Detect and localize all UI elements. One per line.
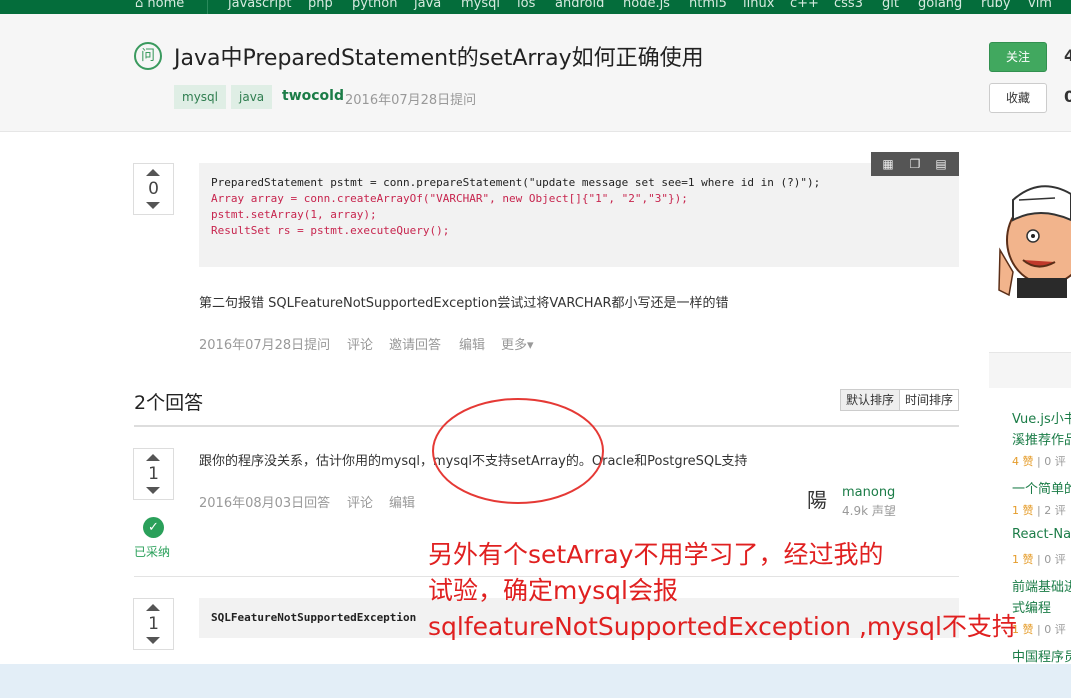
top-nav: ⌂ home javascript php python java mysql …: [0, 0, 1071, 14]
question-title[interactable]: Java中PreparedStatement的setArray如何正确使用: [174, 40, 704, 72]
follow-count: 4: [1064, 46, 1071, 65]
code-toolbar: ▦ ❐ ▤: [871, 152, 959, 176]
tag-java[interactable]: java: [231, 85, 273, 109]
invite-answer-link[interactable]: 邀请回答: [389, 334, 441, 353]
answer-vote-box: 1: [133, 598, 174, 650]
answers-count-title: 2个回答: [134, 392, 204, 414]
question-asked-date: 2016年07月28日提问: [345, 93, 477, 108]
nav-item[interactable]: android: [555, 0, 604, 11]
answer-user-reputation: 4.9k 声望: [842, 504, 896, 518]
code-line: ResultSet rs = pstmt.executeQuery();: [211, 224, 450, 237]
more-menu[interactable]: 更多▾: [501, 334, 534, 353]
sidebar-link[interactable]: 式编程: [1012, 597, 1051, 616]
page: ⌂ home javascript php python java mysql …: [0, 0, 1071, 698]
nav-item[interactable]: node.js: [623, 0, 670, 11]
annotation-text: 另外有个setArray不用学习了，经过我的: [428, 540, 884, 569]
nav-item[interactable]: git: [882, 0, 899, 11]
question-meta-date: 2016年07月28日提问: [199, 338, 331, 353]
sidebar-meta: 1 赞 | 0 评: [1012, 623, 1066, 636]
downvote-icon[interactable]: [146, 487, 160, 494]
upvote-icon[interactable]: [146, 454, 160, 461]
favorite-button[interactable]: 收藏: [989, 83, 1047, 113]
answer-comment-link[interactable]: 评论: [347, 492, 373, 511]
code-line: PreparedStatement pstmt = conn.prepareSt…: [211, 176, 821, 189]
sort-default-button[interactable]: 默认排序: [840, 389, 901, 411]
nav-item[interactable]: html5: [689, 0, 727, 11]
upvote-icon[interactable]: [146, 169, 160, 176]
vote-count: 0: [148, 179, 159, 199]
follow-button[interactable]: 关注: [989, 42, 1047, 72]
accepted-label: 已采纳: [134, 545, 171, 559]
nav-item[interactable]: javascript: [228, 0, 291, 11]
nav-item[interactable]: ruby: [981, 0, 1011, 11]
vote-count: 1: [148, 614, 159, 634]
sidebar-meta: 1 赞 | 0 评: [1012, 553, 1066, 566]
nav-item[interactable]: ios: [517, 0, 535, 11]
sidebar-link[interactable]: 前端基础进: [1012, 576, 1071, 595]
favorite-count: 0: [1064, 87, 1071, 106]
question-author[interactable]: twocold: [282, 88, 344, 104]
avatar[interactable]: 陽: [804, 486, 830, 514]
check-icon: ✓: [143, 517, 164, 538]
tag-mysql[interactable]: mysql: [174, 85, 226, 109]
sidebar-link[interactable]: Vue.js小书: [1012, 408, 1071, 427]
answer-user-name[interactable]: manong: [842, 485, 895, 500]
question-header: 问 Java中PreparedStatement的setArray如何正确使用 …: [0, 14, 1071, 132]
question-code-block: PreparedStatement pstmt = conn.prepareSt…: [199, 163, 959, 267]
code-line: pstmt.setArray(1, array);: [211, 208, 377, 221]
comment-link[interactable]: 评论: [347, 334, 373, 353]
sidebar-meta: 1 赞 | 2 评: [1012, 504, 1066, 517]
annotation-ellipse: [432, 398, 604, 504]
nav-item[interactable]: mysql: [461, 0, 500, 11]
sort-time-button[interactable]: 时间排序: [900, 389, 960, 411]
question-body: 第二句报错 SQLFeatureNotSupportedException尝试过…: [199, 296, 729, 311]
vote-count: 1: [148, 464, 159, 484]
nav-item[interactable]: java: [414, 0, 441, 11]
sidebar-link[interactable]: 中国程序员: [1012, 646, 1071, 665]
question-vote-box: 0: [133, 163, 174, 215]
annotation-text: sqlfeatureNotSupportedException ,mysql不支…: [428, 612, 1017, 641]
nav-home[interactable]: ⌂ home: [135, 0, 184, 11]
sidebar-link[interactable]: 溪推荐作品: [1012, 429, 1071, 448]
answer-date: 2016年08月03日回答: [199, 496, 331, 511]
annotation-text: 试验，确定mysql会报: [428, 576, 678, 605]
nav-item[interactable]: php: [308, 0, 333, 11]
mascot-illustration: [998, 185, 1071, 298]
code-line: Array array = conn.createArrayOf("VARCHA…: [211, 192, 688, 205]
nav-item[interactable]: css3: [834, 0, 863, 11]
downvote-icon[interactable]: [146, 202, 160, 209]
edit-link[interactable]: 编辑: [459, 334, 485, 353]
answer-vote-box: 1: [133, 448, 174, 500]
sidebar-link[interactable]: React-Na: [1012, 527, 1071, 542]
sidebar-panel-header: [989, 352, 1071, 388]
nav-item[interactable]: golang: [918, 0, 962, 11]
downvote-icon[interactable]: [146, 637, 160, 644]
nav-item[interactable]: python: [352, 0, 397, 11]
nav-item[interactable]: c++: [790, 0, 819, 11]
copy-icon[interactable]: ❐: [908, 157, 922, 171]
answer-edit-link[interactable]: 编辑: [389, 492, 415, 511]
nav-separator: [207, 0, 208, 14]
upvote-icon[interactable]: [146, 604, 160, 611]
grid-icon[interactable]: ▦: [881, 157, 895, 171]
bottom-bar: [0, 664, 1071, 698]
nav-item[interactable]: linux: [743, 0, 774, 11]
question-icon: 问: [134, 42, 162, 70]
nav-item[interactable]: vim: [1028, 0, 1052, 11]
file-icon[interactable]: ▤: [934, 157, 948, 171]
sidebar-link[interactable]: 一个简单的: [1012, 478, 1071, 497]
sidebar-meta: 4 赞 | 0 评: [1012, 455, 1066, 468]
